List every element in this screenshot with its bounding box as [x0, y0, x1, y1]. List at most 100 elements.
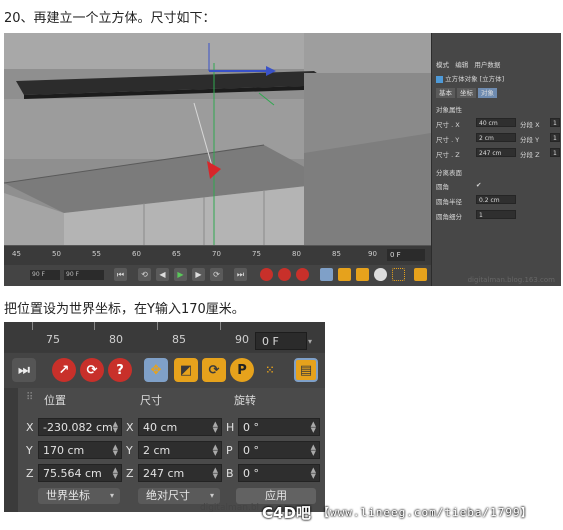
step-caption: 20、再建立一个立方体。尺寸如下：	[4, 11, 216, 26]
point-level-icon[interactable]: ⁙	[258, 358, 282, 382]
goto-start-icon[interactable]: ⏮	[114, 268, 127, 281]
coordinate-mode-dropdown[interactable]: 世界坐标 ▾	[38, 488, 120, 504]
scale-tool-icon[interactable]	[338, 268, 351, 281]
rot-axis-label: H	[226, 421, 235, 434]
keyframe-help-icon[interactable]	[296, 268, 309, 281]
film-icon[interactable]	[414, 268, 427, 281]
param-icon[interactable]	[374, 268, 387, 281]
position-x-field[interactable]: -230.082 cm ▲ ▼	[38, 418, 122, 436]
menu-mode[interactable]: 模式	[436, 61, 449, 69]
seg-x-field[interactable]: 1	[550, 118, 560, 127]
step-back-icon[interactable]: ◀	[156, 268, 169, 281]
chevron-down-icon: ▾	[109, 491, 114, 500]
size-x-field[interactable]: 40 cm	[476, 118, 516, 127]
size-x-label: 尺寸 . X	[436, 121, 460, 129]
tab-object[interactable]: 对象	[478, 88, 497, 98]
rotation-header: 旋转	[234, 394, 256, 407]
object-title: 立方体对象 [立方体]	[436, 73, 504, 83]
size-axis-label: Z	[126, 467, 134, 480]
rotate-tool-icon[interactable]: ⟳	[202, 358, 226, 382]
rot-axis-label: P	[226, 444, 233, 457]
help-icon[interactable]: ?	[108, 358, 132, 382]
size-mode-dropdown[interactable]: 绝对尺寸 ▾	[138, 488, 220, 504]
size-y-field[interactable]: 2 cm ▲ ▼	[138, 441, 222, 459]
tick-label: 80	[292, 250, 301, 258]
tab-basic[interactable]: 基本	[436, 88, 455, 98]
record-icon[interactable]	[260, 268, 273, 281]
tick-label: 45	[12, 250, 21, 258]
seg-y-field[interactable]: 1	[550, 133, 560, 142]
goto-end-icon[interactable]: ⏭	[234, 268, 247, 281]
next-key-icon[interactable]: ⟳	[210, 268, 223, 281]
menu-user-data[interactable]: 用户数据	[474, 61, 500, 69]
spinner-icon[interactable]: ▲ ▼	[113, 444, 118, 457]
tick-label: 55	[92, 250, 101, 258]
tick-label: 65	[172, 250, 181, 258]
spinner-icon[interactable]: ▲ ▼	[311, 421, 316, 434]
end-frame-field[interactable]: 90 F	[64, 270, 104, 280]
current-frame-field[interactable]: 0 F	[255, 332, 307, 350]
spinner-icon[interactable]: ▲ ▼	[213, 467, 218, 480]
tick-label: 80	[109, 333, 123, 346]
tab-coord[interactable]: 坐标	[457, 88, 476, 98]
tick-label: 60	[132, 250, 141, 258]
pos-axis-label: Y	[26, 444, 33, 457]
spinner-icon[interactable]: ▲ ▼	[311, 444, 316, 457]
size-z-field[interactable]: 247 cm	[476, 148, 516, 157]
move-tool-icon[interactable]: ✥	[144, 358, 168, 382]
start-frame-field[interactable]: 90 F	[30, 270, 60, 280]
timeline-ruler[interactable]: 75 80 85 90 0 F ▾	[4, 322, 325, 352]
autokey-icon[interactable]: ⟳	[80, 358, 104, 382]
grip-icon: ⠿	[26, 392, 34, 403]
pos-axis-label: X	[26, 421, 34, 434]
rotation-h-field[interactable]: 0 ° ▲ ▼	[238, 418, 320, 436]
seg-z-field[interactable]: 1	[550, 148, 560, 157]
move-tool-icon[interactable]	[320, 268, 333, 281]
position-header: 位置	[44, 394, 66, 407]
goto-end-icon[interactable]: ⏭	[12, 358, 36, 382]
size-z-label: 尺寸 . Z	[436, 151, 460, 159]
scene-render	[4, 33, 431, 245]
spinner-icon[interactable]: ▲ ▼	[113, 421, 118, 434]
menu-edit[interactable]: 编辑	[455, 61, 468, 69]
cube-icon	[436, 75, 443, 83]
size-y-field[interactable]: 2 cm	[476, 133, 516, 142]
autokey-icon[interactable]	[278, 268, 291, 281]
section-object-properties: 对象属性	[436, 106, 462, 114]
timeline-ruler[interactable]: 45 50 55 60 65 70 75 80 85 90 0 F	[4, 245, 431, 266]
step-forward-icon[interactable]: ▶	[192, 268, 205, 281]
fillet-radius-field[interactable]: 0.2 cm	[476, 195, 516, 204]
size-axis-label: X	[126, 421, 134, 434]
chevron-down-icon[interactable]: ▾	[308, 337, 312, 346]
parameter-icon[interactable]: P	[230, 358, 254, 382]
scale-tool-icon[interactable]: ◩	[174, 358, 198, 382]
tick-label: 75	[46, 333, 60, 346]
fillet-subdiv-field[interactable]: 1	[476, 210, 516, 219]
seg-y-label: 分段 Y	[520, 136, 540, 144]
size-z-field[interactable]: 247 cm ▲ ▼	[138, 464, 222, 482]
seg-z-label: 分段 Z	[520, 151, 540, 159]
tick-label: 85	[172, 333, 186, 346]
spinner-icon[interactable]: ▲ ▼	[311, 467, 316, 480]
position-y-field[interactable]: 170 cm ▲ ▼	[38, 441, 122, 459]
record-key-icon[interactable]: ↗	[52, 358, 76, 382]
rotate-tool-icon[interactable]	[356, 268, 369, 281]
spinner-icon[interactable]: ▲ ▼	[213, 421, 218, 434]
spinner-icon[interactable]: ▲ ▼	[113, 467, 118, 480]
rotation-b-field[interactable]: 0 ° ▲ ▼	[238, 464, 320, 482]
frame-field[interactable]: 0 F	[387, 249, 425, 261]
size-y-label: 尺寸 . Y	[436, 136, 460, 144]
fillet-checkbox[interactable]: ✔	[476, 181, 481, 189]
film-clip-icon[interactable]: ▤	[294, 358, 318, 382]
screenshot-cinema4d-viewport: 模式 编辑 用户数据 立方体对象 [立方体] 基本 坐标 对象 对象属性 尺寸 …	[4, 33, 561, 286]
size-x-field[interactable]: 40 cm ▲ ▼	[138, 418, 222, 436]
play-icon[interactable]: ▶	[174, 268, 187, 281]
tick-label: 85	[332, 250, 341, 258]
points-icon[interactable]	[392, 268, 405, 281]
3d-viewport[interactable]	[4, 33, 431, 245]
prev-key-icon[interactable]: ⟲	[138, 268, 151, 281]
position-z-field[interactable]: 75.564 cm ▲ ▼	[38, 464, 122, 482]
spinner-icon[interactable]: ▲ ▼	[213, 444, 218, 457]
rotation-p-field[interactable]: 0 ° ▲ ▼	[238, 441, 320, 459]
pos-axis-label: Z	[26, 467, 34, 480]
